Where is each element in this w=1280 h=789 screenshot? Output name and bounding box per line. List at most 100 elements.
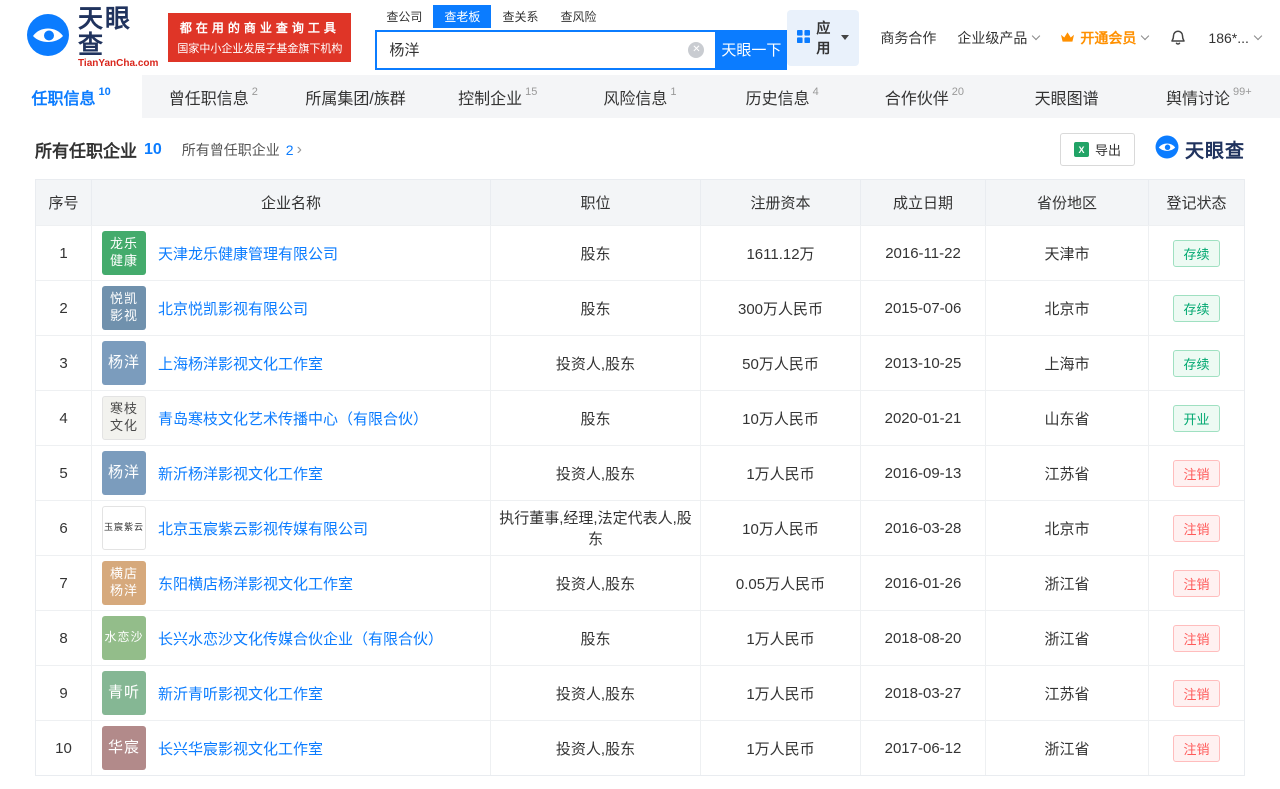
apps-menu[interactable]: 应用: [787, 10, 859, 66]
company-name-link[interactable]: 新沂青听影视文化工作室: [158, 683, 323, 704]
table-header: 序号企业名称职位注册资本成立日期省份地区登记状态: [36, 180, 1244, 225]
company-logo: 青听: [102, 671, 146, 715]
row-index: 10: [36, 721, 92, 775]
promo-banner-line2: 国家中小企业发展子基金旗下机构: [177, 40, 342, 56]
profile-tab-count: 99+: [1233, 86, 1252, 98]
capital-cell: 10万人民币: [701, 501, 861, 555]
caret-down-icon: [841, 35, 849, 40]
table-row: 7 横店杨洋 东阳横店杨洋影视文化工作室 投资人,股东 0.05万人民币 201…: [36, 555, 1244, 610]
profile-tab-label: 合作伙伴: [885, 85, 949, 109]
top-header: 天眼查 TianYanCha.com 都在用的商业查询工具 国家中小企业发展子基…: [0, 0, 1280, 75]
position-cell: 股东: [491, 391, 701, 445]
date-cell: 2013-10-25: [861, 336, 986, 390]
profile-tab-label: 任职信息: [31, 85, 95, 109]
capital-cell: 50万人民币: [701, 336, 861, 390]
enterprise-products-menu[interactable]: 企业级产品: [957, 28, 1039, 48]
export-button[interactable]: X 导出: [1060, 133, 1135, 166]
position-cell: 投资人,股东: [491, 336, 701, 390]
company-name-link[interactable]: 长兴华宸影视文化工作室: [158, 738, 323, 759]
date-cell: 2017-06-12: [861, 721, 986, 775]
profile-tab[interactable]: 曾任职信息 2: [142, 75, 284, 118]
row-index: 3: [36, 336, 92, 390]
account-menu[interactable]: 186*...: [1208, 30, 1260, 46]
company-name-link[interactable]: 上海杨洋影视文化工作室: [158, 353, 323, 374]
account-phone-label: 186*...: [1208, 30, 1248, 46]
profile-tab-count: 2: [252, 86, 258, 98]
position-cell: 执行董事,经理,法定代表人,股东: [491, 501, 701, 555]
date-cell: 2016-09-13: [861, 446, 986, 500]
table-row: 4 寒枝文化 青岛寒枝文化艺术传播中心（有限合伙） 股东 10万人民币 2020…: [36, 390, 1244, 445]
search-type-tab[interactable]: 查关系: [491, 5, 549, 28]
search-button[interactable]: 天眼一下: [715, 30, 787, 70]
capital-cell: 1万人民币: [701, 611, 861, 665]
region-cell: 北京市: [986, 281, 1149, 335]
company-logo: 龙乐健康: [102, 231, 146, 275]
position-cell: 投资人,股东: [491, 666, 701, 720]
profile-tab-count: 4: [813, 86, 819, 98]
company-logo: 水恋沙: [102, 616, 146, 660]
status-badge: 注销: [1173, 460, 1219, 487]
region-cell: 北京市: [986, 501, 1149, 555]
position-cell: 投资人,股东: [491, 721, 701, 775]
profile-tab-count: 15: [525, 86, 537, 98]
profile-tab[interactable]: 控制企业 15: [427, 75, 569, 118]
table-row: 1 龙乐健康 天津龙乐健康管理有限公司 股东 1611.12万 2016-11-…: [36, 225, 1244, 280]
capital-cell: 1万人民币: [701, 666, 861, 720]
former-positions-link[interactable]: 所有曾任职企业 2 ›: [182, 140, 302, 160]
company-name-link[interactable]: 天津龙乐健康管理有限公司: [158, 243, 338, 264]
profile-tab[interactable]: 所属集团/族群: [284, 75, 426, 118]
search-type-tab-label: 查风险: [560, 10, 596, 24]
column-header: 登记状态: [1149, 180, 1244, 225]
business-cooperation-link[interactable]: 商务合作: [880, 28, 936, 48]
search-type-tab[interactable]: 查风险: [549, 5, 607, 28]
profile-tab[interactable]: 历史信息 4: [711, 75, 853, 118]
search-type-tab[interactable]: 查老板: [433, 5, 491, 28]
position-cell: 股东: [491, 611, 701, 665]
header-menu: 应用 商务合作 企业级产品 开通会员 186*...: [787, 10, 1260, 66]
table-row: 6 玉宸紫云 北京玉宸紫云影视传媒有限公司 执行董事,经理,法定代表人,股东 1…: [36, 500, 1244, 555]
section-title-count: 10: [144, 141, 162, 159]
company-name-link[interactable]: 东阳横店杨洋影视文化工作室: [158, 573, 353, 594]
profile-tab-label: 历史信息: [746, 85, 810, 109]
profile-tab[interactable]: 合作伙伴 20: [853, 75, 995, 118]
column-header: 成立日期: [861, 180, 986, 225]
promo-banner-line1: 都在用的商业查询工具: [177, 19, 342, 36]
clear-search-icon[interactable]: ✕: [688, 42, 704, 58]
region-cell: 天津市: [986, 226, 1149, 280]
region-cell: 江苏省: [986, 446, 1149, 500]
date-cell: 2015-07-06: [861, 281, 986, 335]
search-input[interactable]: [375, 30, 715, 70]
row-index: 7: [36, 556, 92, 610]
company-name-link[interactable]: 新沂杨洋影视文化工作室: [158, 463, 323, 484]
profile-tab[interactable]: 风险信息 1: [569, 75, 711, 118]
positions-table: 序号企业名称职位注册资本成立日期省份地区登记状态 1 龙乐健康 天津龙乐健康管理…: [35, 179, 1245, 776]
status-badge: 存续: [1173, 350, 1219, 377]
search-type-tabs: 查公司 查老板 查关系 查风险: [375, 6, 787, 28]
tianyancha-logo[interactable]: 天眼查 TianYanCha.com: [26, 6, 158, 70]
crown-icon: [1060, 31, 1075, 44]
search-type-tab[interactable]: 查公司: [375, 5, 433, 28]
company-name-link[interactable]: 青岛寒枝文化艺术传播中心（有限合伙）: [158, 408, 428, 429]
company-name-link[interactable]: 北京玉宸紫云影视传媒有限公司: [158, 518, 368, 539]
region-cell: 浙江省: [986, 556, 1149, 610]
position-cell: 股东: [491, 226, 701, 280]
profile-tab-label: 天眼图谱: [1035, 85, 1099, 109]
profile-tab[interactable]: 天眼图谱: [996, 75, 1138, 118]
chevron-down-icon: [1254, 32, 1262, 40]
status-badge: 注销: [1173, 680, 1219, 707]
company-name-link[interactable]: 长兴水恋沙文化传媒合伙企业（有限合伙）: [158, 628, 443, 649]
date-cell: 2018-03-27: [861, 666, 986, 720]
apps-grid-icon: [797, 30, 810, 46]
chevron-down-icon: [1141, 32, 1149, 40]
company-logo: 寒枝文化: [102, 396, 146, 440]
profile-tab[interactable]: 任职信息 10: [0, 75, 142, 118]
enterprise-products-label: 企业级产品: [957, 28, 1027, 48]
profile-tab[interactable]: 舆情讨论 99+: [1138, 75, 1280, 118]
date-cell: 2016-01-26: [861, 556, 986, 610]
date-cell: 2020-01-21: [861, 391, 986, 445]
company-name-link[interactable]: 北京悦凯影视有限公司: [158, 298, 308, 319]
notification-bell-button[interactable]: [1169, 29, 1187, 47]
table-row: 10 华宸 长兴华宸影视文化工作室 投资人,股东 1万人民币 2017-06-1…: [36, 720, 1244, 775]
table-row: 2 悦凯影视 北京悦凯影视有限公司 股东 300万人民币 2015-07-06 …: [36, 280, 1244, 335]
vip-menu[interactable]: 开通会员: [1060, 28, 1148, 48]
